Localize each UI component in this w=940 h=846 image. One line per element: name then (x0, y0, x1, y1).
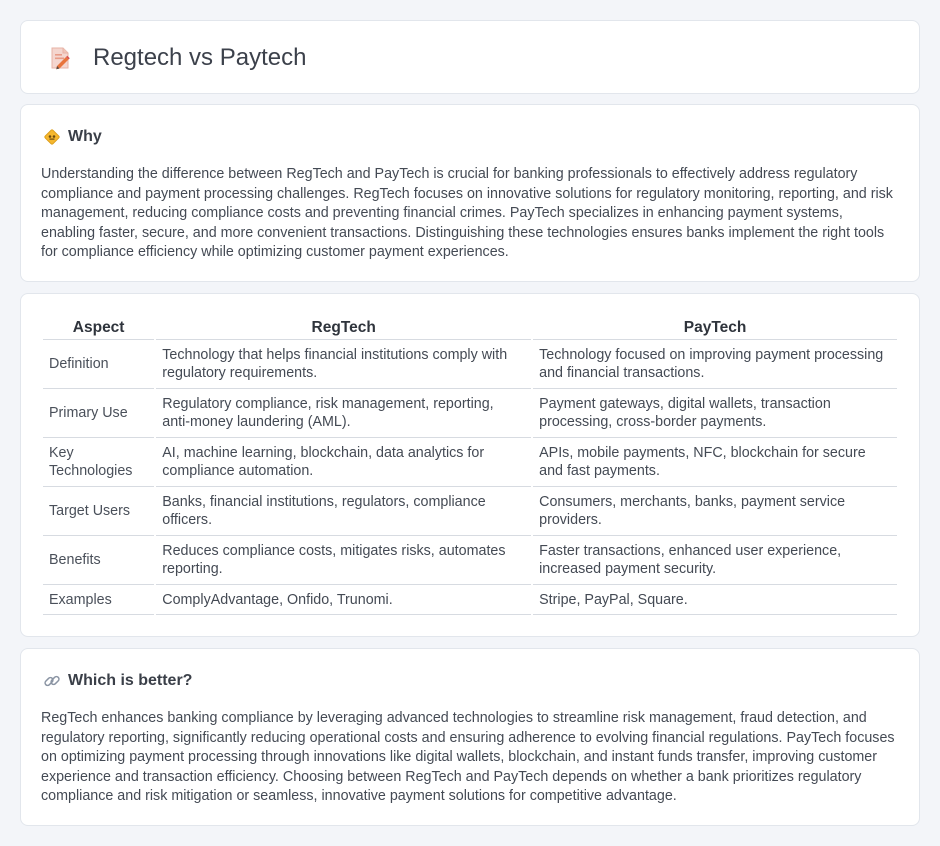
row-aspect: Primary Use (43, 389, 155, 438)
column-header-regtech: RegTech (156, 316, 532, 340)
better-text: RegTech enhances banking compliance by l… (41, 710, 895, 805)
why-text: Understanding the difference between Reg… (41, 166, 893, 261)
regtech-cell: ComplyAdvantage, Onfido, Trunomi. (156, 585, 532, 615)
why-section: Why Understanding the difference between… (20, 104, 920, 282)
which-is-better-section: Which is better? RegTech enhances bankin… (20, 648, 920, 826)
column-header-aspect: Aspect (43, 316, 155, 340)
regtech-cell: Technology that helps financial institut… (156, 340, 532, 389)
better-title: Which is better? (68, 672, 193, 689)
comparison-section: Aspect RegTech PayTech Definition Techno… (20, 293, 920, 637)
regtech-cell: AI, machine learning, blockchain, data a… (156, 438, 532, 487)
table-row: Key Technologies AI, machine learning, b… (43, 438, 897, 487)
table-row: Primary Use Regulatory compliance, risk … (43, 389, 897, 438)
paytech-cell: APIs, mobile payments, NFC, blockchain f… (533, 438, 897, 487)
why-title: Why (68, 128, 102, 145)
row-aspect: Target Users (43, 487, 155, 536)
column-header-paytech: PayTech (533, 316, 897, 340)
table-row: Examples ComplyAdvantage, Onfido, Trunom… (43, 585, 897, 615)
why-heading: Why (43, 127, 102, 147)
regtech-cell: Banks, financial institutions, regulator… (156, 487, 532, 536)
link-icon (44, 675, 60, 687)
paytech-cell: Technology focused on improving payment … (533, 340, 897, 389)
table-header-row: Aspect RegTech PayTech (43, 316, 897, 340)
row-aspect: Benefits (43, 536, 155, 585)
page-title: Regtech vs Paytech (93, 44, 307, 71)
paytech-cell: Stripe, PayPal, Square. (533, 585, 897, 615)
better-heading: Which is better? (43, 671, 192, 691)
row-aspect: Definition (43, 340, 155, 389)
paytech-cell: Consumers, merchants, banks, payment ser… (533, 487, 897, 536)
comparison-table: Aspect RegTech PayTech Definition Techno… (41, 316, 899, 615)
paytech-cell: Faster transactions, enhanced user exper… (533, 536, 897, 585)
table-row: Benefits Reduces compliance costs, mitig… (43, 536, 897, 585)
row-aspect: Examples (43, 585, 155, 615)
page: Regtech vs Paytech Why Understanding the… (0, 0, 940, 846)
diamond-sign-icon (44, 129, 60, 145)
regtech-cell: Regulatory compliance, risk management, … (156, 389, 532, 438)
paytech-cell: Payment gateways, digital wallets, trans… (533, 389, 897, 438)
table-row: Definition Technology that helps financi… (43, 340, 897, 389)
table-row: Target Users Banks, financial institutio… (43, 487, 897, 536)
regtech-cell: Reduces compliance costs, mitigates risk… (156, 536, 532, 585)
document-pencil-icon (51, 47, 70, 70)
row-aspect: Key Technologies (43, 438, 155, 487)
title-card: Regtech vs Paytech (20, 20, 920, 94)
